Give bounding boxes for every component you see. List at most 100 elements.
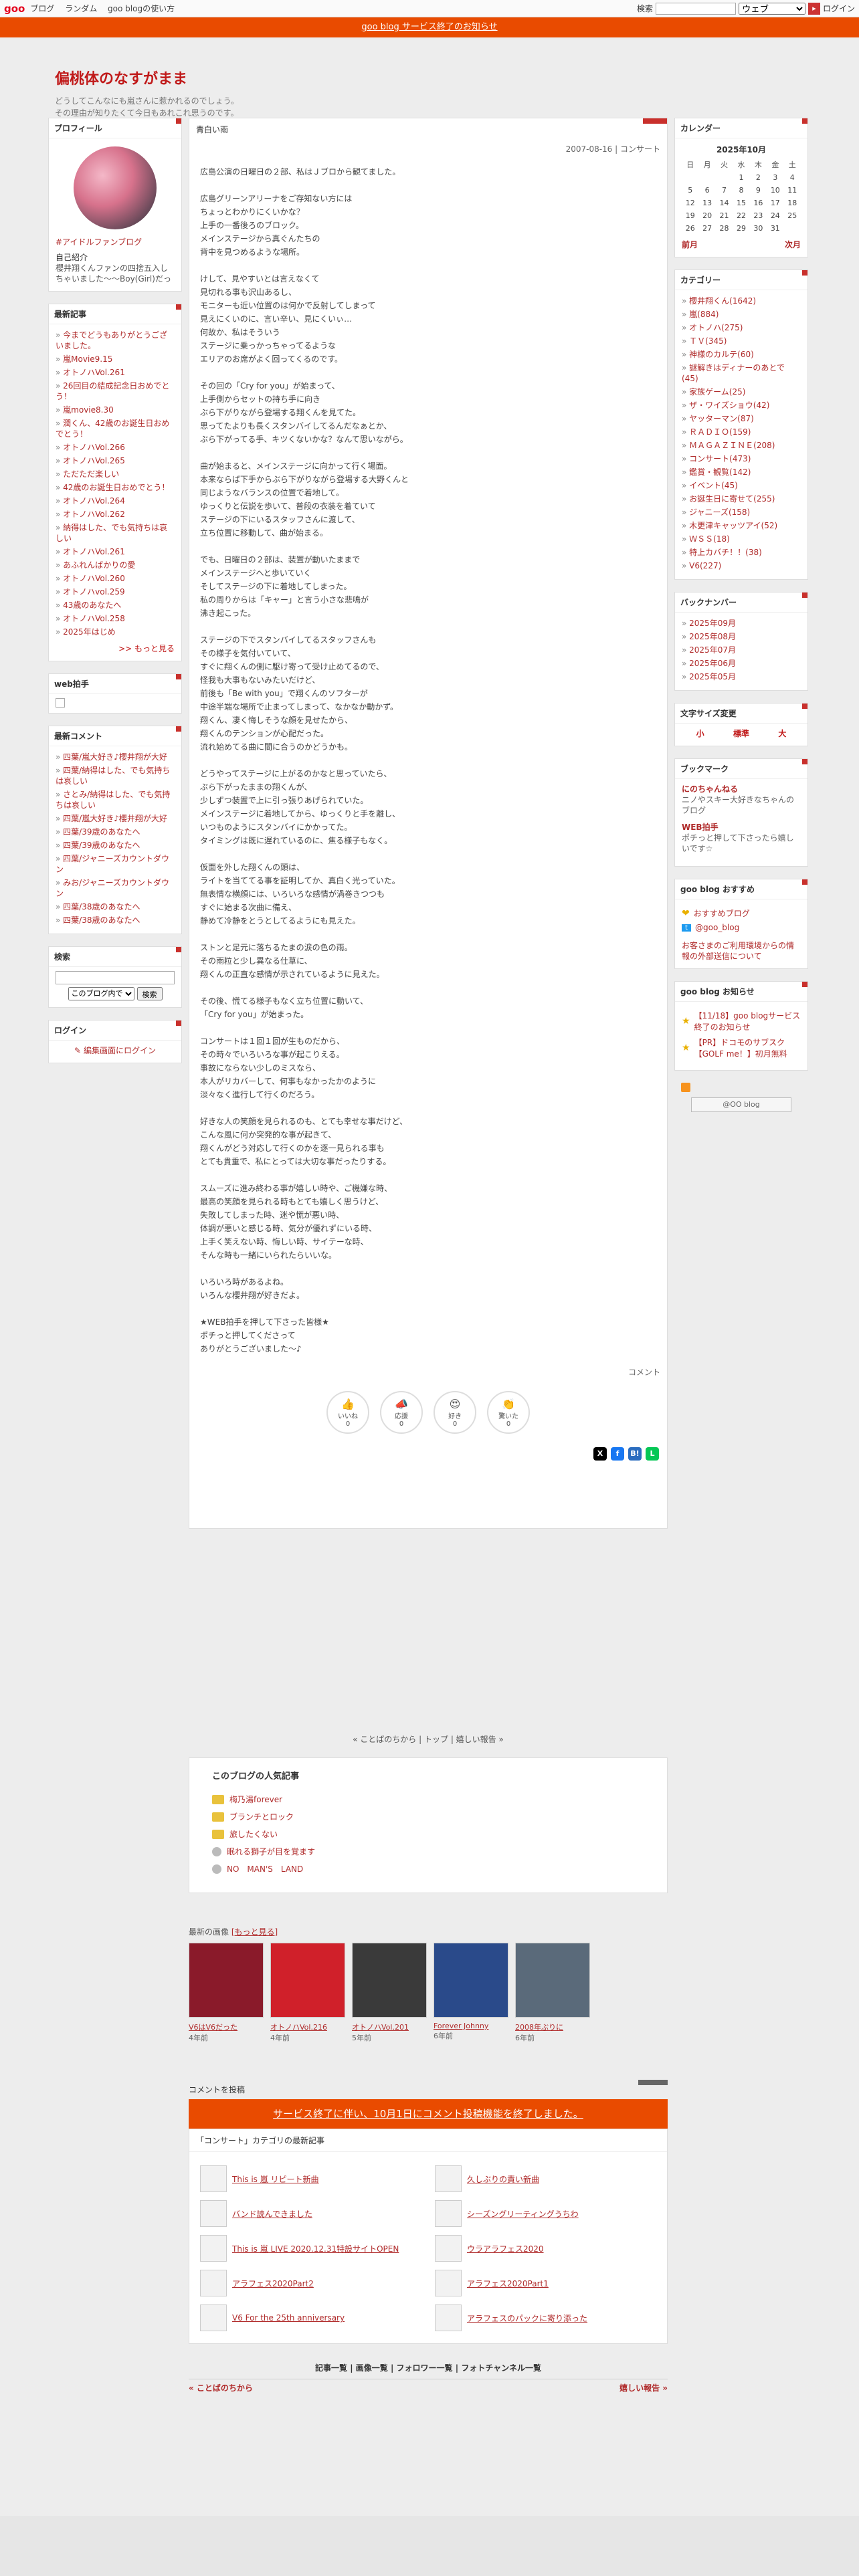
recent-article-link[interactable]: 嵐Movie9.15 [56,352,175,366]
reaction-like-button[interactable]: 👍 いいね 0 [326,1391,369,1434]
calendar-day[interactable]: 11 [784,184,801,197]
image-thumb[interactable]: V6はV6だった 4年前 [189,1943,264,2043]
blog-title[interactable]: 偏桃体のなすがまま [55,67,859,88]
line-share-icon[interactable]: L [646,1447,659,1461]
notice-2-link[interactable]: ★ 【PR】ドコモのサブスク【GOLF me！】初月無料 [682,1037,801,1059]
recommend-blog-link[interactable]: ❤ おすすめブログ [682,907,801,919]
category-recent-item[interactable]: アラフェス2020Part2 [200,2268,421,2298]
calendar-day[interactable]: 5 [682,184,698,197]
calendar-day[interactable] [784,222,801,235]
category-link[interactable]: V6(227) [682,559,801,572]
recent-article-link[interactable]: オトノハVol.261 [56,545,175,558]
category-link[interactable]: イベント(45) [682,479,801,492]
calendar-day[interactable]: 8 [733,184,749,197]
calendar-day[interactable]: 29 [733,222,749,235]
recent-comment-link[interactable]: 四葉/39歳のあなたへ [56,825,175,839]
category-link[interactable]: ジャニーズ(158) [682,506,801,519]
bookmark-2-link[interactable]: WEB拍手 [682,821,801,833]
category-recent-title[interactable]: 久しぶりの責い新曲 [467,2173,539,2185]
web-helper-image[interactable] [56,698,65,708]
footer-followers-link[interactable]: フォロワー一覧 [397,2363,453,2373]
popular-article-item[interactable]: 旅したくない [212,1826,644,1843]
calendar-day[interactable]: 23 [750,209,767,222]
backnumber-link[interactable]: 2025年05月 [682,670,801,683]
category-recent-title[interactable]: アラフェス2020Part1 [467,2278,549,2289]
category-recent-title[interactable]: バンド読んできました [232,2208,312,2220]
recent-comment-link[interactable]: 四葉/39歳のあなたへ [56,839,175,852]
comment-end-notice[interactable]: サービス終了に伴い、10月1日にコメント投稿機能を終了しました。 [189,2099,668,2129]
category-recent-title[interactable]: This is 嵐 リピート新曲 [232,2173,319,2185]
image-thumb[interactable]: 2008年ぶりに 6年前 [515,1943,590,2043]
calendar-day[interactable]: 6 [698,184,715,197]
recent-article-link[interactable]: 潤くん、42歳のお誕生日おめでとう！ [56,417,175,441]
category-recent-item[interactable]: シーズングリーティングうちわ [435,2199,656,2228]
recent-comment-link[interactable]: 四葉/納得はした、でも気持ちは哀しい [56,764,175,788]
category-recent-title[interactable]: V6 For the 25th anniversary [232,2313,345,2323]
recent-comment-link[interactable]: 四葉/38歳のあなたへ [56,914,175,927]
font-size-small[interactable]: 小 [696,728,704,739]
category-link[interactable]: 謎解きはディナーのあとで(45) [682,361,801,385]
reaction-cheer-button[interactable]: 📣 応援 0 [380,1391,423,1434]
thumb-title[interactable]: V6はV6だった [189,2022,264,2032]
comment-link[interactable]: コメント [189,1360,667,1384]
pager-next-link[interactable]: 嬉しい報告 » [456,1735,504,1744]
top-search-input[interactable] [655,2,736,15]
recent-article-link[interactable]: ただただ楽しい [56,467,175,481]
thumb-image[interactable] [189,1943,264,2018]
backnumber-link[interactable]: 2025年09月 [682,617,801,630]
category-link[interactable]: ザ・ワイズショウ(42) [682,399,801,412]
popular-article-item[interactable]: NO MAN'S LAND [212,1860,644,1878]
category-link[interactable]: 鑑賞・観覧(142) [682,465,801,479]
hatena-share-icon[interactable]: B! [628,1447,642,1461]
category-link[interactable]: お誕生日に寄せて(255) [682,492,801,506]
blog-search-scope[interactable]: このブログ内で [68,987,134,1000]
category-link[interactable]: 木更津キャッツアイ(52) [682,519,801,532]
recent-article-link[interactable]: オトノハVol.261 [56,366,175,379]
goo-logo[interactable]: goo [4,3,25,15]
search-scope-select[interactable]: ウェブ [738,2,805,15]
recent-comment-link[interactable]: 四葉/嵐大好き♪櫻井翔が大好 [56,750,175,764]
calendar-day[interactable]: 16 [750,197,767,209]
calendar-day[interactable]: 9 [750,184,767,197]
font-size-large[interactable]: 大 [778,728,786,739]
recent-comment-link[interactable]: 四葉/38歳のあなたへ [56,900,175,914]
calendar-day[interactable]: 31 [767,222,783,235]
calendar-next-link[interactable]: 次月 [785,239,801,250]
recent-article-link[interactable]: 43歳のあなたへ [56,599,175,612]
calendar-day[interactable]: 27 [698,222,715,235]
edit-login-link[interactable]: ✎ 編集画面にログイン [56,1045,175,1056]
calendar-day[interactable]: 4 [784,171,801,184]
reaction-surprised-button[interactable]: 👏 驚いた 0 [487,1391,530,1434]
calendar-day[interactable]: 25 [784,209,801,222]
blog-search-input[interactable] [56,971,175,984]
category-recent-item[interactable]: アラフェス2020Part1 [435,2268,656,2298]
notice-1-link[interactable]: ★ 【11/18】goo blogサービス終了のお知らせ [682,1010,801,1033]
facebook-share-icon[interactable]: f [611,1447,624,1461]
nav-blog-link[interactable]: ブログ [30,4,54,13]
popular-article-item[interactable]: 眠れる獅子が目を覚ます [212,1843,644,1860]
recent-article-link[interactable]: オトノハVol.265 [56,454,175,467]
category-recent-item[interactable]: This is 嵐 LIVE 2020.12.31特設サイトOPEN [200,2234,421,2263]
category-link[interactable]: ＴＶ(345) [682,334,801,348]
category-link[interactable]: ヤッターマン(87) [682,412,801,425]
nav-howto-link[interactable]: goo blogの使い方 [108,4,175,13]
category-link[interactable]: 家族ゲーム(25) [682,385,801,399]
recent-comment-link[interactable]: さとみ/納得はした、でも気持ちは哀しい [56,788,175,812]
category-recent-title[interactable]: ウラアラフェス2020 [467,2243,544,2254]
popular-article-item[interactable]: 梅乃湯forever [212,1791,644,1808]
category-recent-item[interactable]: This is 嵐 リピート新曲 [200,2164,421,2193]
recent-article-link[interactable]: 26回目の結成記念日おめでとう！ [56,379,175,403]
image-thumb[interactable]: Forever Johnny 6年前 [434,1943,508,2043]
category-recent-item[interactable]: アラフェスのパックに寄り添った [435,2303,656,2333]
nav-random-link[interactable]: ランダム [65,4,97,13]
category-link[interactable]: ＷＳＳ(18) [682,532,801,546]
category-link[interactable]: 神様のカルテ(60) [682,348,801,361]
calendar-day[interactable]: 17 [767,197,783,209]
calendar-day[interactable]: 1 [733,171,749,184]
backnumber-link[interactable]: 2025年08月 [682,630,801,643]
calendar-day[interactable]: 3 [767,171,783,184]
calendar-day[interactable]: 30 [750,222,767,235]
calendar-day[interactable]: 2 [750,171,767,184]
footer-images-link[interactable]: 画像一覧 [356,2363,388,2373]
backnumber-link[interactable]: 2025年07月 [682,643,801,657]
